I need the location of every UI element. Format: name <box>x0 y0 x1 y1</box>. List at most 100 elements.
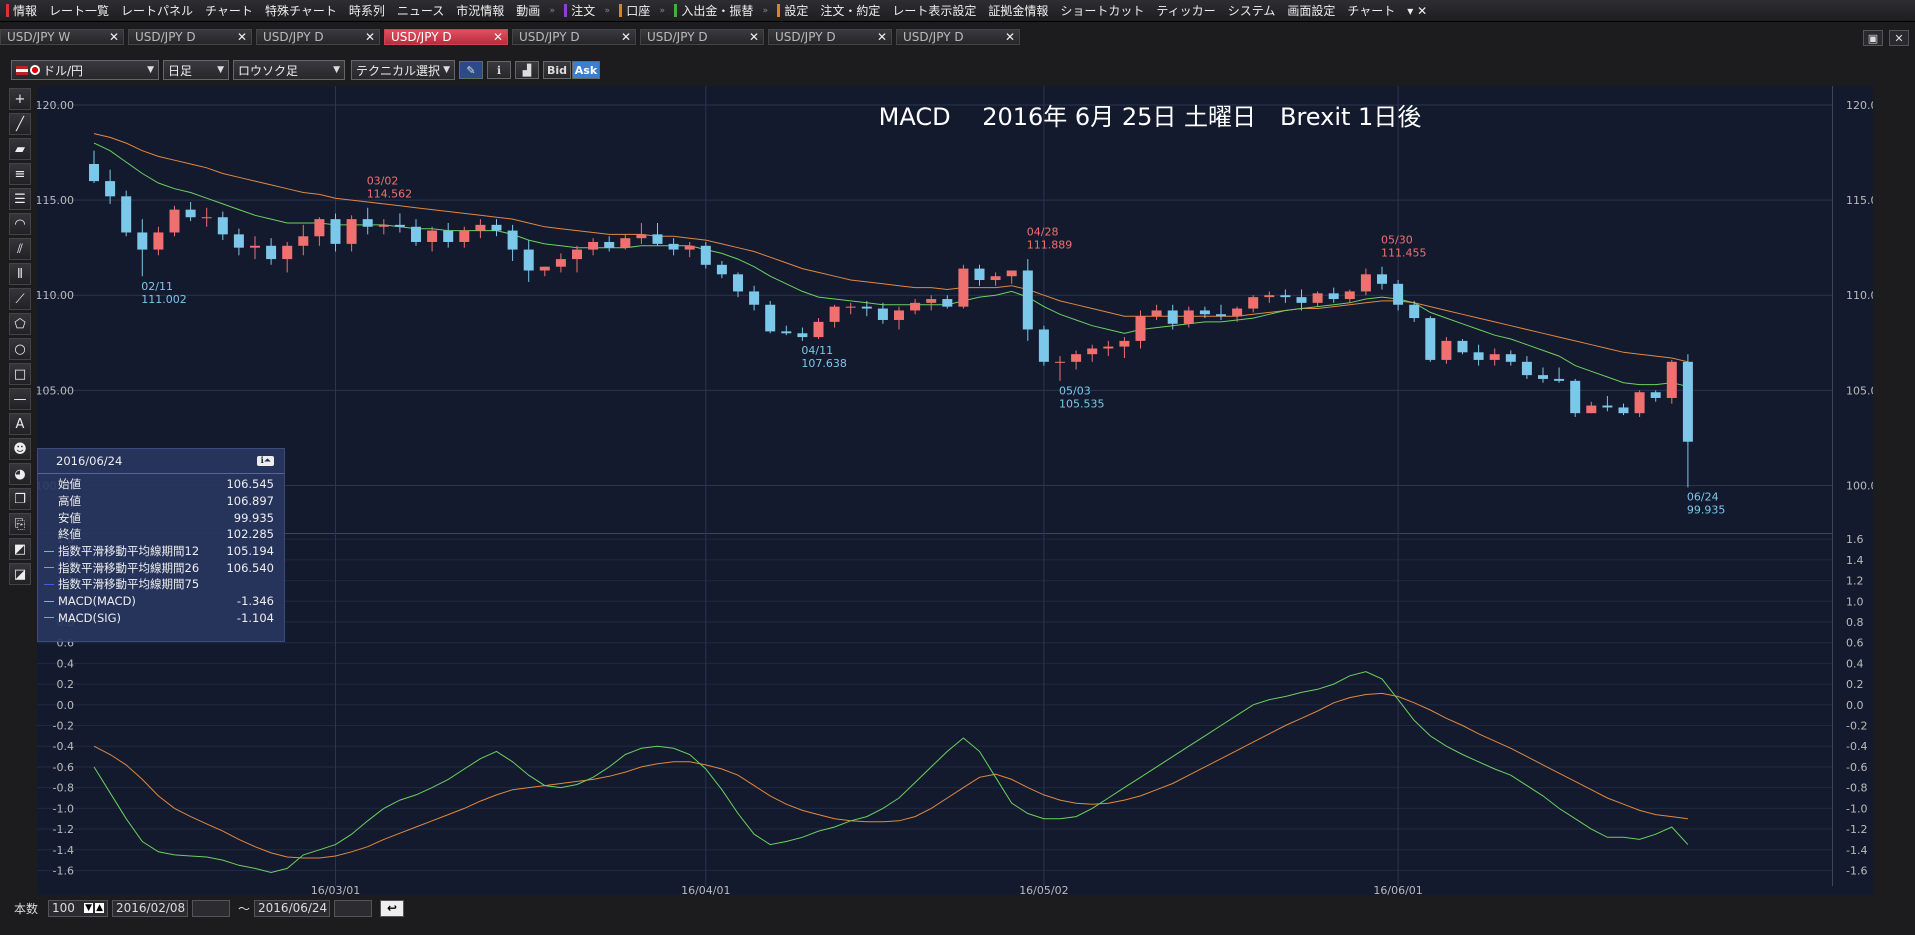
chart-tab[interactable]: USD/JPY D ✕ <box>512 29 636 45</box>
candle-body <box>1586 405 1597 414</box>
pen-icon[interactable]: ✎ <box>459 61 483 79</box>
menu-item[interactable]: 画面設定 <box>1281 0 1341 21</box>
eraser-icon[interactable]: ◩ <box>9 538 31 560</box>
info-icon[interactable]: ℹ <box>487 61 511 79</box>
to-time-field[interactable] <box>334 899 373 917</box>
menu-item[interactable]: 証拠金情報 <box>982 0 1054 21</box>
menu-item[interactable]: レート表示設定 <box>886 0 982 21</box>
horizontal-lines-icon[interactable]: ≡ <box>9 163 31 185</box>
candle-body <box>1505 354 1516 362</box>
menu-item[interactable]: 特殊チャート <box>259 0 343 21</box>
chart-tab[interactable]: USD/JPY D ✕ <box>256 29 380 45</box>
menu-item[interactable]: レートパネル <box>115 0 199 21</box>
close-icon[interactable]: ✕ <box>1889 30 1909 46</box>
menu-dropdown-icon[interactable]: ▾ ✕ <box>1401 0 1433 21</box>
maximize-icon[interactable]: ▣ <box>1863 30 1883 46</box>
count-select[interactable]: 100 ▼ ▲ <box>48 899 109 917</box>
chart-tab[interactable]: USD/JPY D ✕ <box>768 29 892 45</box>
tab-close-icon[interactable]: ✕ <box>1005 30 1015 44</box>
annotation-date: 05/30 <box>1381 233 1413 246</box>
info-row-label: MACD(SIG) <box>58 610 122 625</box>
candle-body <box>105 181 116 197</box>
macd-tick-label: -1.4 <box>53 844 74 857</box>
annotation-date: 05/03 <box>1059 384 1091 397</box>
rectangle-icon[interactable]: □ <box>9 363 31 385</box>
eraser-all-icon[interactable]: ◪ <box>9 563 31 585</box>
to-date-field[interactable]: 2016/06/24 <box>254 899 331 917</box>
macd-tick-label: 1.2 <box>1846 575 1864 588</box>
tab-close-icon[interactable]: ✕ <box>493 30 503 44</box>
ask-button[interactable]: Ask <box>572 61 600 79</box>
tab-close-icon[interactable]: ✕ <box>109 30 119 44</box>
fibonacci-icon[interactable]: ☰ <box>9 188 31 210</box>
circle-icon[interactable]: ○ <box>9 338 31 360</box>
text-icon[interactable]: A <box>9 413 31 435</box>
crosshair-icon[interactable]: + <box>9 88 31 110</box>
copy-icon[interactable]: ❐ <box>9 488 31 510</box>
chart-tab[interactable]: USD/JPY D ✕ <box>384 29 508 45</box>
menu-item[interactable]: 情報 <box>0 0 43 21</box>
menu-item[interactable]: ショートカット <box>1054 0 1150 21</box>
menu-item[interactable]: 注文・約定 <box>814 0 886 21</box>
chart-tab[interactable]: USD/JPY W ✕ <box>0 29 124 45</box>
macd-tick-label: 1.6 <box>1846 533 1864 546</box>
time-tick-label: 16/04/01 <box>681 884 730 895</box>
technical-select[interactable]: テクニカル選択 ▼ <box>351 60 455 80</box>
chart-area[interactable]: 120.00 120.00 115.00 115.00 110.00 110.00 105.… <box>36 86 1885 897</box>
chart-tab[interactable]: USD/JPY D ✕ <box>640 29 764 45</box>
menu-item[interactable]: 口座 <box>613 0 656 21</box>
currency-pair-select[interactable]: ドル/円 ▼ <box>11 60 159 80</box>
chevron-down-icon[interactable]: ▼ <box>84 903 94 913</box>
menu-item[interactable]: 入出金・振替 <box>668 0 759 21</box>
menu-item-label: 注文 <box>571 4 596 18</box>
tab-close-icon[interactable]: ✕ <box>365 30 375 44</box>
vertical-lines-icon[interactable]: ⦀ <box>9 263 31 285</box>
menu-item[interactable]: ニュース <box>391 0 450 21</box>
return-icon[interactable]: ↩ <box>380 899 405 917</box>
color-icon[interactable]: ◕ <box>9 463 31 485</box>
candle-body <box>749 291 760 305</box>
macd-tick-label: -0.2 <box>53 720 74 733</box>
period-select[interactable]: 日足 ▼ <box>163 60 229 80</box>
arc-icon[interactable]: ◠ <box>9 213 31 235</box>
ruler-icon[interactable]: ▰ <box>9 138 31 160</box>
paste-icon[interactable]: ⎘ <box>9 513 31 535</box>
tab-close-icon[interactable]: ✕ <box>749 30 759 44</box>
menu-item[interactable]: システム <box>1222 0 1282 21</box>
info-row-label: 終値 <box>58 527 81 542</box>
info-toggle-icon[interactable]: ℹ⏶ <box>257 456 274 466</box>
tab-close-icon[interactable]: ✕ <box>877 30 887 44</box>
info-row-value: 99.935 <box>233 510 274 525</box>
menu-item[interactable]: 設定 <box>771 0 814 21</box>
menu-item[interactable]: 市況情報 <box>450 0 510 21</box>
trendline-icon[interactable]: ╱ <box>9 113 31 135</box>
menu-item[interactable]: 時系列 <box>343 0 391 21</box>
candle-body <box>942 299 953 307</box>
chart-shape-icon[interactable]: ▟ <box>515 61 539 79</box>
menu-item[interactable]: レート一覧 <box>43 0 115 21</box>
from-time-field[interactable] <box>192 899 231 917</box>
candle-body <box>765 304 776 332</box>
count-label: 本数 <box>14 901 39 916</box>
chart-style-select[interactable]: ロウソク足 ▼ <box>233 60 345 80</box>
candle-body <box>845 306 856 308</box>
menu-item[interactable]: 動画 <box>510 0 546 21</box>
menu-item[interactable]: ティッカー <box>1150 0 1221 21</box>
candle-body <box>781 331 792 334</box>
menu-item-label: システム <box>1227 4 1276 18</box>
menu-item[interactable]: チャート <box>1341 0 1401 21</box>
horizontal-line-icon[interactable]: — <box>9 388 31 410</box>
fan-icon[interactable]: ⫽ <box>9 238 31 260</box>
from-date-field[interactable]: 2016/02/08 <box>112 899 189 917</box>
chart-tab[interactable]: USD/JPY D ✕ <box>128 29 252 45</box>
smiley-icon[interactable]: ☻ <box>9 438 31 460</box>
tab-close-icon[interactable]: ✕ <box>237 30 247 44</box>
bid-button[interactable]: Bid <box>543 61 571 79</box>
chart-tab[interactable]: USD/JPY D ✕ <box>896 29 1020 45</box>
menu-item[interactable]: チャート <box>199 0 259 21</box>
menu-item[interactable]: 注文 <box>558 0 601 21</box>
chevron-up-icon[interactable]: ▲ <box>95 903 105 913</box>
tab-close-icon[interactable]: ✕ <box>621 30 631 44</box>
gann-icon[interactable]: ⟋ <box>9 288 31 310</box>
pentagon-icon[interactable]: ⬠ <box>9 313 31 335</box>
